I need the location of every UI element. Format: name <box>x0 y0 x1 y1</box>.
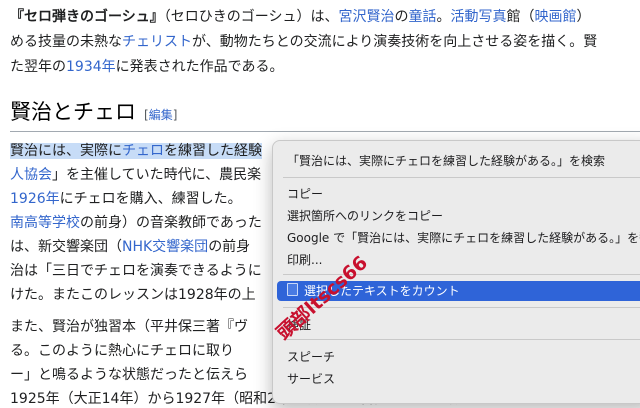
intro-line-3: た翌年の1934年に発表された作品である。 <box>10 58 284 76</box>
text: 館（ <box>506 9 535 25</box>
menu-item-services[interactable]: サービス <box>287 370 335 387</box>
edit-section: [編集] <box>144 108 177 122</box>
text: 治は「三日でチェロを演奏できるように <box>10 263 262 279</box>
text: が、動物たちとの交流により演奏技術を向上させる姿を描く。賢 <box>192 34 598 50</box>
edit-link[interactable]: 編集 <box>149 108 173 122</box>
text: の前身 <box>208 239 251 255</box>
text: ） <box>576 9 591 25</box>
menu-item-copy[interactable]: コピー <box>287 185 323 202</box>
text: める技量の未熟な <box>10 34 122 50</box>
article-title-text: 『セロ弾きのゴーシュ』 <box>10 9 164 25</box>
text: は、新交響楽団（ <box>10 239 122 255</box>
text: にチェロを購入、練習した。 <box>59 191 242 207</box>
text: の <box>394 9 409 25</box>
heading-divider <box>10 131 640 132</box>
text: に発表された作品である。 <box>115 59 284 75</box>
menu-item-google-translate[interactable]: Google で「賢治には、実際にチェロを練習した経験がある。」を翻 <box>287 229 640 246</box>
link-eigakan[interactable]: 映画館 <box>534 9 576 25</box>
para1-line-2: 人協会」を主催していた時代に、農民楽 <box>10 166 261 184</box>
intro-line-1: 『セロ弾きのゴーシュ』（セロひきのゴーシュ）は、宮沢賢治の童話。活動写真館（映画… <box>10 8 590 26</box>
menu-item-search-selection[interactable]: 「賢治には、実際にチェロを練習した経験がある。」を検索 <box>287 152 605 169</box>
link-cellist[interactable]: チェリスト <box>122 34 192 50</box>
text: 。 <box>436 9 451 25</box>
menu-item-copy-link[interactable]: 選択箇所へのリンクをコピー <box>287 207 443 224</box>
para1-line-5: は、新交響楽団（NHK交響楽団の前身 <box>10 238 250 256</box>
link-katsudou-shashin[interactable]: 活動写真 <box>450 9 506 25</box>
menu-separator <box>283 307 640 308</box>
bracket: ] <box>172 108 178 122</box>
intro-line-2: める技量の未熟なチェリストが、動物たちとの交流により演奏技術を向上させる姿を描く… <box>10 33 597 51</box>
link-miyazawa-kenji[interactable]: 宮沢賢治 <box>338 9 394 25</box>
link-douwa[interactable]: 童話 <box>408 9 436 25</box>
menu-separator <box>283 339 640 340</box>
para1-line-7: けた。またこのレッスンは1928年の上 <box>10 286 256 304</box>
link-rasuchijin-kyokai[interactable]: 人協会 <box>10 167 52 183</box>
text: けた。またこのレッスンは1928年の上 <box>10 287 256 303</box>
text: た翌年の <box>10 59 66 75</box>
link-minami-koukou[interactable]: 南高等学校 <box>10 215 80 231</box>
selected-text: を練習した経験 <box>164 143 262 159</box>
text: ー」と鳴るような状態だったと伝えら <box>10 367 248 383</box>
para1-line-4: 南高等学校の前身）の音楽教師であった <box>10 214 262 232</box>
para2-line-1: また、賢治が独習本（平井保三著『ヴ <box>10 318 248 336</box>
para2-line-3: ー」と鳴るような状態だったと伝えら <box>10 366 248 384</box>
link-1926[interactable]: 1926年 <box>10 191 60 207</box>
text: また、賢治が独習本（平井保三著『ヴ <box>10 319 248 335</box>
menu-item-print[interactable]: 印刷... <box>287 251 322 268</box>
text: （セロひきのゴーシュ）は、 <box>163 9 339 25</box>
link-cello[interactable]: チェロ <box>122 143 164 159</box>
menu-separator <box>283 177 640 178</box>
para1-line-3: 1926年にチェロを購入、練習した。 <box>10 190 242 208</box>
para1-line-6: 治は「三日でチェロを演奏できるように <box>10 262 262 280</box>
section-title: 賢治とチェロ <box>10 100 136 124</box>
link-1934[interactable]: 1934年 <box>66 59 116 75</box>
document-icon <box>287 283 298 296</box>
link-nhk-symphony[interactable]: NHK交響楽団 <box>122 239 208 255</box>
text: 」を主催していた時代に、農民楽 <box>52 167 262 183</box>
section-heading: 賢治とチェロ [編集] <box>10 98 177 129</box>
para2-line-2: る。このように熱心にチェロに取り <box>10 342 234 360</box>
text: の前身）の音楽教師であった <box>80 215 262 231</box>
selected-text: 賢治には、実際に <box>10 143 122 159</box>
menu-item-speech[interactable]: スピーチ <box>287 348 335 365</box>
text: る。このように熱心にチェロに取り <box>10 343 234 359</box>
para1-line-1: 賢治には、実際にチェロを練習した経験 <box>10 142 262 160</box>
